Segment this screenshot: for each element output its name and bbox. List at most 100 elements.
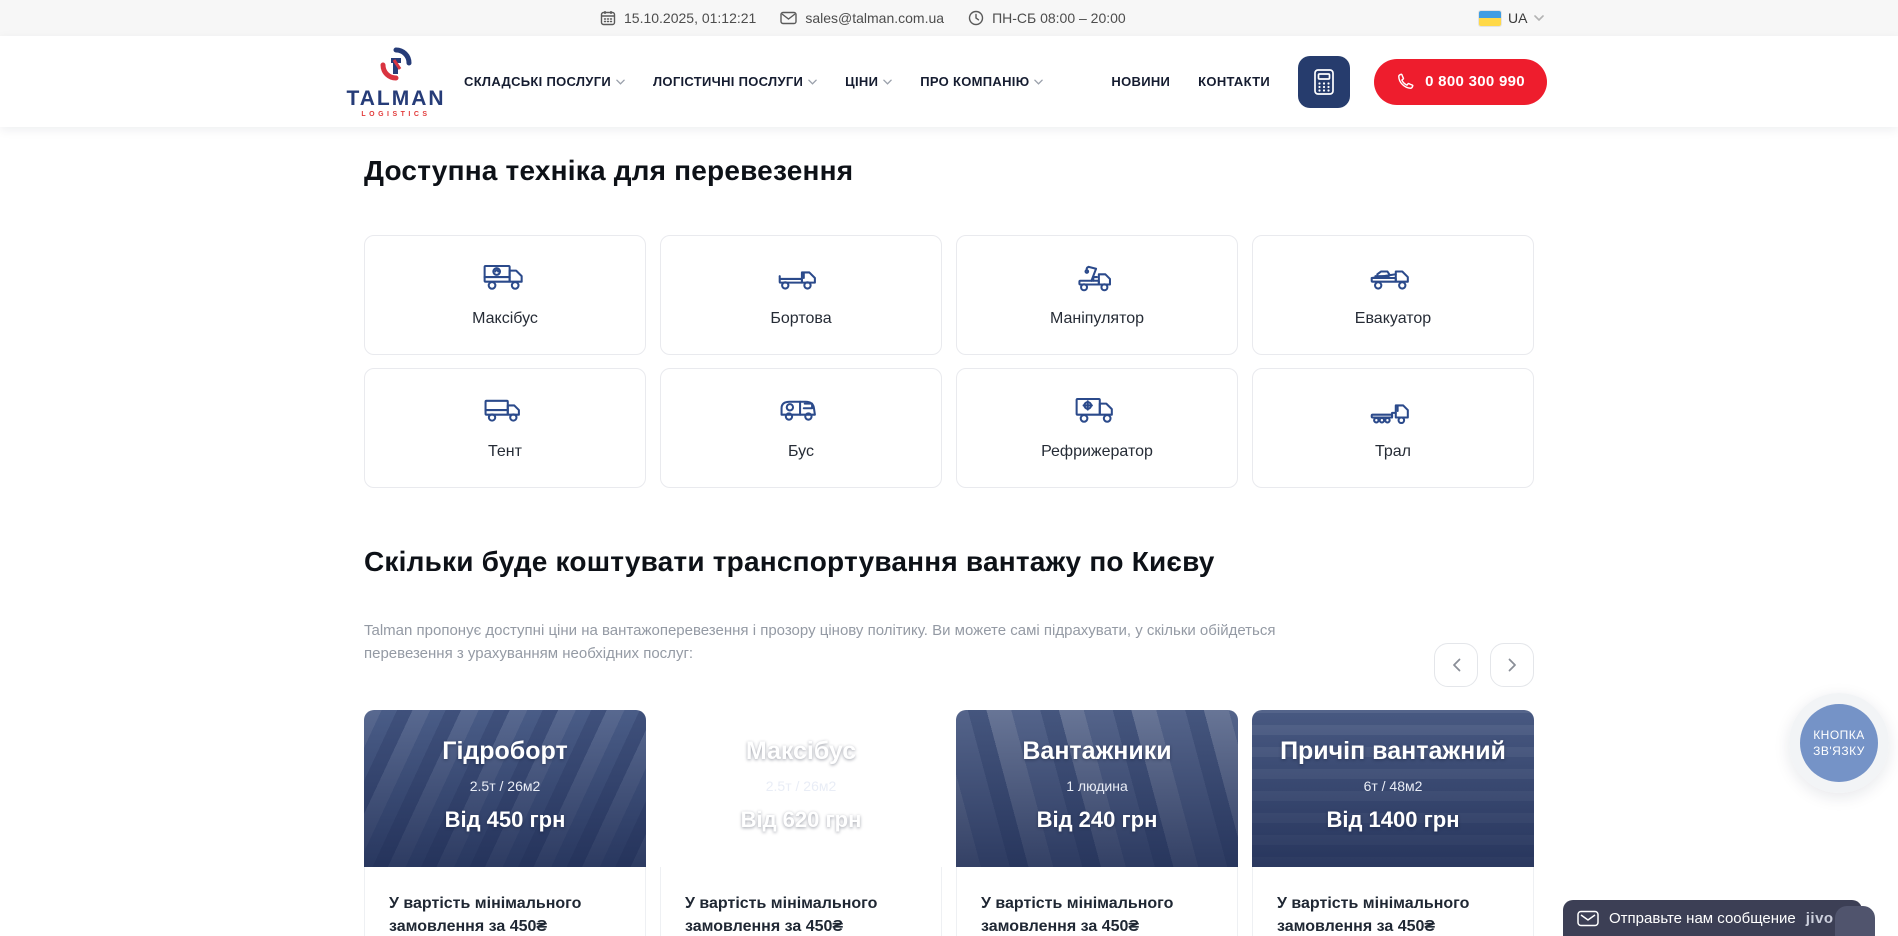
- vehicle-label: Трал: [1375, 443, 1411, 461]
- chat-envelope-icon: [1577, 910, 1599, 927]
- pricing-card-capacity: 2.5т / 26м2: [766, 778, 837, 794]
- pricing-section-title: Скільки буде коштувати транспортування в…: [364, 546, 1534, 578]
- topbar-info: 15.10.2025, 01:12:21 sales@talman.com.ua…: [600, 0, 1126, 36]
- hours-text: ПН-СБ 08:00 – 20:00: [992, 10, 1126, 26]
- menu-item-label: КОНТАКТИ: [1198, 74, 1270, 89]
- phone-icon: [1396, 72, 1415, 91]
- calendar-icon: [600, 10, 616, 26]
- menu-item-6[interactable]: КОНТАКТИ: [1198, 74, 1270, 89]
- logo[interactable]: TALMAN LOGISTICS: [350, 46, 442, 118]
- pricing-card-capacity: 2.5т / 26м2: [470, 778, 541, 794]
- pricing-card-photo: Максібус 2.5т / 26м2 Від 620 грн: [660, 710, 942, 867]
- callback-label-line2: ЗВ'ЯЗКУ: [1813, 743, 1865, 759]
- main-content: Доступна техніка для перевезення Максібу…: [364, 127, 1534, 936]
- menu-item-1[interactable]: СКЛАДСЬКІ ПОСЛУГИ: [464, 74, 625, 89]
- pricing-card[interactable]: Гідроборт 2.5т / 26м2 Від 450 грн У варт…: [364, 710, 646, 936]
- pricing-card-note: У вартість мінімального замовлення за 45…: [1277, 892, 1509, 936]
- vehicle-card[interactable]: Тент: [364, 368, 646, 488]
- phone-button[interactable]: 0 800 300 990: [1374, 59, 1547, 105]
- vehicle-card[interactable]: Бортова: [660, 235, 942, 355]
- main-menu: СКЛАДСЬКІ ПОСЛУГИ ЛОГІСТИЧНІ ПОСЛУГИ ЦІНИ П…: [464, 74, 1270, 89]
- chevron-down-icon: [616, 79, 625, 85]
- menu-item-3[interactable]: ЦІНИ: [845, 74, 892, 89]
- clock-icon: [968, 10, 984, 26]
- vehicle-card[interactable]: Рефрижератор: [956, 368, 1238, 488]
- menu-item-label: СКЛАДСЬКІ ПОСЛУГИ: [464, 74, 611, 89]
- vehicle-card[interactable]: Евакуатор: [1252, 235, 1534, 355]
- refrigerator-truck-icon: [1072, 389, 1122, 433]
- jivo-logo: jivo: [1806, 910, 1834, 927]
- arrow-left-icon: [1452, 658, 1461, 672]
- flatbed-truck-icon: [776, 256, 826, 300]
- tow-truck-icon: [1368, 256, 1418, 300]
- chevron-down-icon: [1534, 15, 1544, 21]
- pricing-card-note: У вартість мінімального замовлення за 45…: [981, 892, 1213, 936]
- pricing-card-capacity: 6т / 48м2: [1364, 778, 1423, 794]
- menu-item-label: НОВИНИ: [1111, 74, 1170, 89]
- talman-logo-icon: [374, 46, 418, 86]
- pricing-card-title: Максібус: [746, 737, 856, 766]
- pricing-card-note: У вартість мінімального замовлення за 45…: [389, 892, 621, 936]
- arrow-right-icon: [1508, 658, 1517, 672]
- calculator-button[interactable]: [1298, 56, 1350, 108]
- pricing-card-photo: Вантажники 1 людина Від 240 грн: [956, 710, 1238, 867]
- pricing-card-title: Причіп вантажний: [1280, 737, 1506, 766]
- envelope-icon: [780, 11, 797, 25]
- datetime-text: 15.10.2025, 01:12:21: [624, 10, 756, 26]
- logo-title: TALMAN: [346, 88, 445, 109]
- pricing-card[interactable]: Причіп вантажний 6т / 48м2 Від 1400 грн …: [1252, 710, 1534, 936]
- email-text[interactable]: sales@talman.com.ua: [805, 10, 944, 26]
- vehicle-label: Евакуатор: [1355, 310, 1431, 328]
- callback-label-line1: КНОПКА: [1813, 727, 1865, 743]
- header: TALMAN LOGISTICS СКЛАДСЬКІ ПОСЛУГИ ЛОГІСТ…: [0, 36, 1898, 127]
- pricing-card-note: У вартість мінімального замовлення за 45…: [685, 892, 917, 936]
- pricing-card-price: Від 240 грн: [1037, 807, 1158, 833]
- pricing-cards: Гідроборт 2.5т / 26м2 Від 450 грн У варт…: [364, 710, 1534, 936]
- pricing-card[interactable]: Максібус 2.5т / 26м2 Від 620 грн У варті…: [660, 710, 942, 936]
- vehicle-label: Бортова: [770, 310, 831, 328]
- vehicle-label: Максібус: [472, 310, 538, 328]
- menu-item-5[interactable]: НОВИНИ: [1111, 74, 1170, 89]
- menu-item-2[interactable]: ЛОГІСТИЧНІ ПОСЛУГИ: [653, 74, 817, 89]
- language-selector[interactable]: UA: [1479, 0, 1544, 36]
- vehicle-card[interactable]: Бус: [660, 368, 942, 488]
- pricing-card-title: Вантажники: [1022, 737, 1171, 766]
- vehicle-label: Бус: [788, 443, 814, 461]
- menu-item-4[interactable]: ПРО КОМПАНІЮ: [920, 74, 1043, 89]
- calculator-icon: [1313, 68, 1335, 96]
- pricing-card-price: Від 1400 грн: [1326, 807, 1459, 833]
- pricing-card-capacity: 1 людина: [1066, 778, 1128, 794]
- pricing-description: Talman пропонує доступні ціни на вантажо…: [364, 620, 1284, 665]
- datetime-item: 15.10.2025, 01:12:21: [600, 10, 756, 26]
- van-icon: [776, 389, 826, 433]
- vehicle-card[interactable]: Максібус: [364, 235, 646, 355]
- pricing-card-photo: Гідроборт 2.5т / 26м2 Від 450 грн: [364, 710, 646, 867]
- phone-number: 0 800 300 990: [1425, 73, 1525, 90]
- box-truck-icon: [480, 256, 530, 300]
- pricing-card-body: У вартість мінімального замовлення за 45…: [1252, 867, 1534, 936]
- page: 15.10.2025, 01:12:21 sales@talman.com.ua…: [0, 0, 1898, 936]
- email-item[interactable]: sales@talman.com.ua: [780, 10, 944, 26]
- pricing-card-body: У вартість мінімального замовлення за 45…: [660, 867, 942, 936]
- chat-widget[interactable]: Отправьте нам сообщение jivo: [1563, 900, 1862, 936]
- vehicle-grid: Максібус Бортова Маніпулятор Евакуатор Т…: [364, 235, 1534, 488]
- language-code: UA: [1508, 10, 1527, 26]
- menu-item-label: ЛОГІСТИЧНІ ПОСЛУГИ: [653, 74, 803, 89]
- pricing-card-title: Гідроборт: [442, 737, 567, 766]
- pricing-card-price: Від 450 грн: [445, 807, 566, 833]
- carousel-prev-button[interactable]: [1434, 643, 1478, 687]
- carousel-arrows: [1434, 643, 1534, 687]
- vehicle-card[interactable]: Трал: [1252, 368, 1534, 488]
- pricing-section-head: Скільки буде коштувати транспортування в…: [364, 546, 1534, 665]
- chevron-down-icon: [1034, 79, 1043, 85]
- pricing-card-photo: Причіп вантажний 6т / 48м2 Від 1400 грн: [1252, 710, 1534, 867]
- ukraine-flag-icon: [1479, 11, 1501, 26]
- carousel-next-button[interactable]: [1490, 643, 1534, 687]
- crane-truck-icon: [1072, 256, 1122, 300]
- callback-button[interactable]: КНОПКА ЗВ'ЯЗКУ: [1789, 693, 1889, 793]
- vehicle-label: Маніпулятор: [1050, 310, 1144, 328]
- vehicle-label: Рефрижератор: [1041, 443, 1153, 461]
- logo-subtitle: LOGISTICS: [361, 111, 430, 118]
- pricing-card[interactable]: Вантажники 1 людина Від 240 грн У вартіс…: [956, 710, 1238, 936]
- vehicle-card[interactable]: Маніпулятор: [956, 235, 1238, 355]
